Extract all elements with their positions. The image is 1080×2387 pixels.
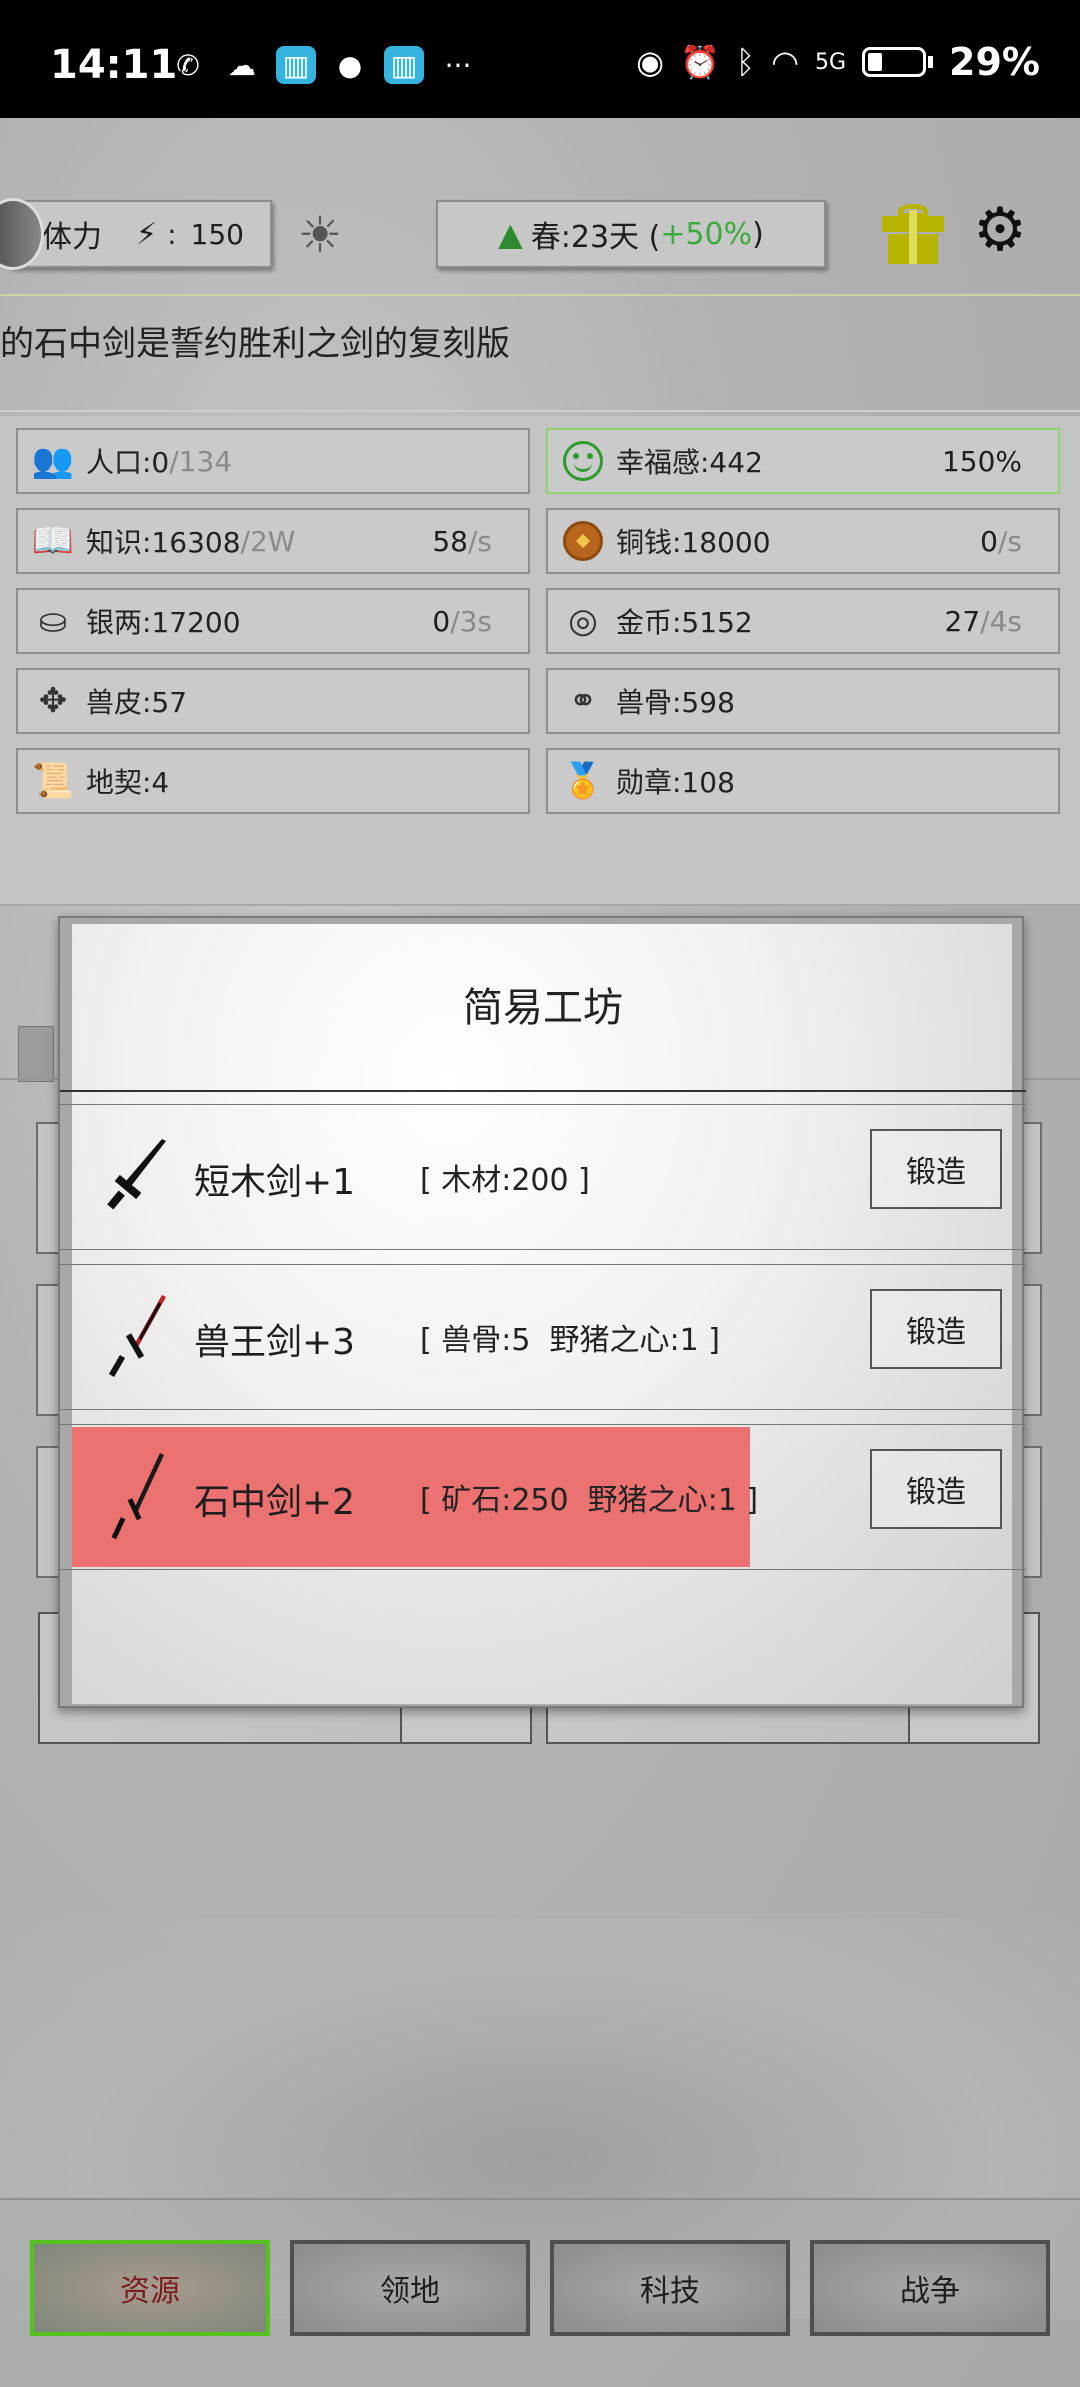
divider xyxy=(60,1090,1026,1092)
resource-knowledge: 📖 知识:16308 /2W 58/s xyxy=(16,508,530,574)
resource-cap: /2W xyxy=(240,524,296,558)
book-icon: 📖 xyxy=(31,521,75,561)
dialog-title: 简易工坊 xyxy=(463,985,623,1031)
resource-name: 铜钱:18000 xyxy=(616,526,771,559)
season-display[interactable]: ▲ 春:23天 ( +50% ) xyxy=(436,200,826,268)
reader-app-icon-2: ▥ xyxy=(384,46,424,84)
tree-icon: ▲ xyxy=(498,215,523,253)
forge-button[interactable]: 锻造 xyxy=(870,1449,1002,1529)
status-time: 14:11 xyxy=(50,42,178,88)
divider xyxy=(0,410,1080,412)
more-notifications-icon: ··· xyxy=(444,48,472,82)
sword-icon xyxy=(107,1139,166,1210)
status-bar: 14:11 ✆ ☁ ▥ ● ▥ ··· ◉ ⏰ ᛒ ◠ 5G 29% xyxy=(0,0,1080,118)
wechat-icon: ☁ xyxy=(228,48,256,82)
resource-bone: ⚭ 兽骨:598 xyxy=(546,668,1060,734)
stamina-display[interactable]: 体力 ⚡ : 150 xyxy=(10,200,272,268)
resource-name: 勋章:108 xyxy=(616,766,735,799)
resource-name: 兽皮:57 xyxy=(86,686,188,719)
notification-icons: ✆ ☁ ▥ ● ▥ ··· xyxy=(168,46,478,84)
resource-name: 金币:5152 xyxy=(616,606,753,639)
resource-name: 地契:4 xyxy=(86,766,170,799)
game-screen: 体力 ⚡ : 150 ☀ ▲ 春:23天 ( +50% ) ⚙ 的石中剑是誓约胜… xyxy=(0,118,1080,2387)
recipe-cost: [ 兽骨:5 野猪之心:1 ] xyxy=(420,1323,720,1358)
resource-panel: 👥 人口:0 /134 幸福感:442 150% 📖 知识:16308 /2W … xyxy=(0,416,1080,906)
message-icon: ● xyxy=(337,48,363,82)
season-bonus: +50% xyxy=(660,216,753,252)
resource-silver: ⛀ 银两:17200 0/3s xyxy=(16,588,530,654)
stamina-label: 体力 xyxy=(42,220,102,255)
eye-icon: ◉ xyxy=(636,43,665,81)
recipe-row: 兽王剑+3 [ 兽骨:5 野猪之心:1 ] 锻造 xyxy=(60,1264,1026,1410)
resource-hide: ✥ 兽皮:57 xyxy=(16,668,530,734)
workshop-dialog: 简易工坊 短木剑+1 [ 木材:200 ] 锻造 兽王剑+3 [ 兽骨:5 野猪… xyxy=(58,916,1026,1708)
bottom-nav: 资源 领地 科技 战争 xyxy=(0,2198,1080,2387)
tab-territory[interactable]: 领地 xyxy=(290,2240,530,2336)
resource-rate: 27/4s xyxy=(944,604,1022,638)
resource-deed: 📜 地契:4 xyxy=(16,748,530,814)
resource-population: 👥 人口:0 /134 xyxy=(16,428,530,494)
bluetooth-icon: ᛒ xyxy=(735,43,756,81)
alarm-icon: ⏰ xyxy=(680,43,720,81)
resource-name: 人口:0 xyxy=(86,446,170,479)
stamina-value: 150 xyxy=(190,217,244,251)
copper-coin-icon xyxy=(560,518,606,564)
resource-name: 兽骨:598 xyxy=(616,686,735,719)
long-sword-icon xyxy=(111,1453,164,1540)
recipe-name: 石中剑+2 xyxy=(194,1482,356,1523)
gear-icon[interactable]: ⚙ xyxy=(970,200,1030,260)
resource-rate: 150% xyxy=(941,444,1022,478)
tab-war[interactable]: 战争 xyxy=(810,2240,1050,2336)
wifi-icon: ◠ xyxy=(771,43,799,81)
recipe-name: 兽王剑+3 xyxy=(194,1322,356,1363)
bone-icon: ⚭ xyxy=(568,681,598,721)
reader-app-icon: ▥ xyxy=(276,46,316,84)
gift-ribbon xyxy=(909,210,917,264)
stamina-sep: : xyxy=(167,217,177,251)
resource-name: 银两:17200 xyxy=(86,606,241,639)
recipe-row: 石中剑+2 [ 矿石:250 野猪之心:1 ] 锻造 xyxy=(60,1424,1026,1570)
hide-icon: ✥ xyxy=(38,681,68,721)
recipe-cost: [ 矿石:250 野猪之心:1 ] xyxy=(420,1483,759,1518)
signal-icon: 5G xyxy=(814,49,847,75)
resource-happiness: 幸福感:442 150% xyxy=(546,428,1060,494)
gift-icon[interactable] xyxy=(882,204,944,266)
battery-percent: 29% xyxy=(949,40,1040,84)
people-icon: 👥 xyxy=(31,441,75,481)
recipe-name: 短木剑+1 xyxy=(194,1162,356,1203)
forge-button[interactable]: 锻造 xyxy=(870,1289,1002,1369)
lightning-icon: ⚡ xyxy=(136,216,158,252)
scroll-icon: 📜 xyxy=(31,761,75,801)
resource-name: 知识:16308 xyxy=(86,526,241,559)
season-text: 春:23天 ( xyxy=(530,220,661,255)
tab-resources[interactable]: 资源 xyxy=(30,2240,270,2336)
forge-button[interactable]: 锻造 xyxy=(870,1129,1002,1209)
divider xyxy=(0,294,1080,296)
silver-ingot-icon: ⛀ xyxy=(38,601,68,641)
resource-rate: 0/3s xyxy=(432,604,492,638)
resource-copper: 铜钱:18000 0/s xyxy=(546,508,1060,574)
gold-coin-icon: ◎ xyxy=(568,601,598,641)
battery-tip xyxy=(928,56,934,68)
season-suffix: ) xyxy=(752,216,764,252)
resource-gold: ◎ 金币:5152 27/4s xyxy=(546,588,1060,654)
top-hud: 体力 ⚡ : 150 ☀ ▲ 春:23天 ( +50% ) ⚙ xyxy=(0,188,1080,298)
battery-icon xyxy=(862,47,927,77)
sun-icon: ☀ xyxy=(297,206,343,264)
tab-technology[interactable]: 科技 xyxy=(550,2240,790,2336)
resource-cap: /134 xyxy=(169,444,233,478)
recipe-row: 短木剑+1 [ 木材:200 ] 锻造 xyxy=(60,1104,1026,1250)
recipe-cost: [ 木材:200 ] xyxy=(420,1163,590,1198)
side-tab[interactable] xyxy=(18,1026,54,1082)
smile-icon xyxy=(560,438,606,484)
scrolling-tip: 的石中剑是誓约胜利之剑的复刻版 xyxy=(0,324,510,364)
system-icons: ◉ ⏰ ᛒ ◠ 5G 29% xyxy=(636,40,1040,84)
red-sword-icon xyxy=(108,1295,166,1378)
resource-rate: 58/s xyxy=(432,524,492,558)
resource-medal: 🏅 勋章:108 xyxy=(546,748,1060,814)
resource-name: 幸福感:442 xyxy=(616,446,763,479)
medal-icon: 🏅 xyxy=(561,761,605,801)
resource-rate: 0/s xyxy=(980,524,1022,558)
missed-call-icon: ✆ xyxy=(176,48,200,82)
